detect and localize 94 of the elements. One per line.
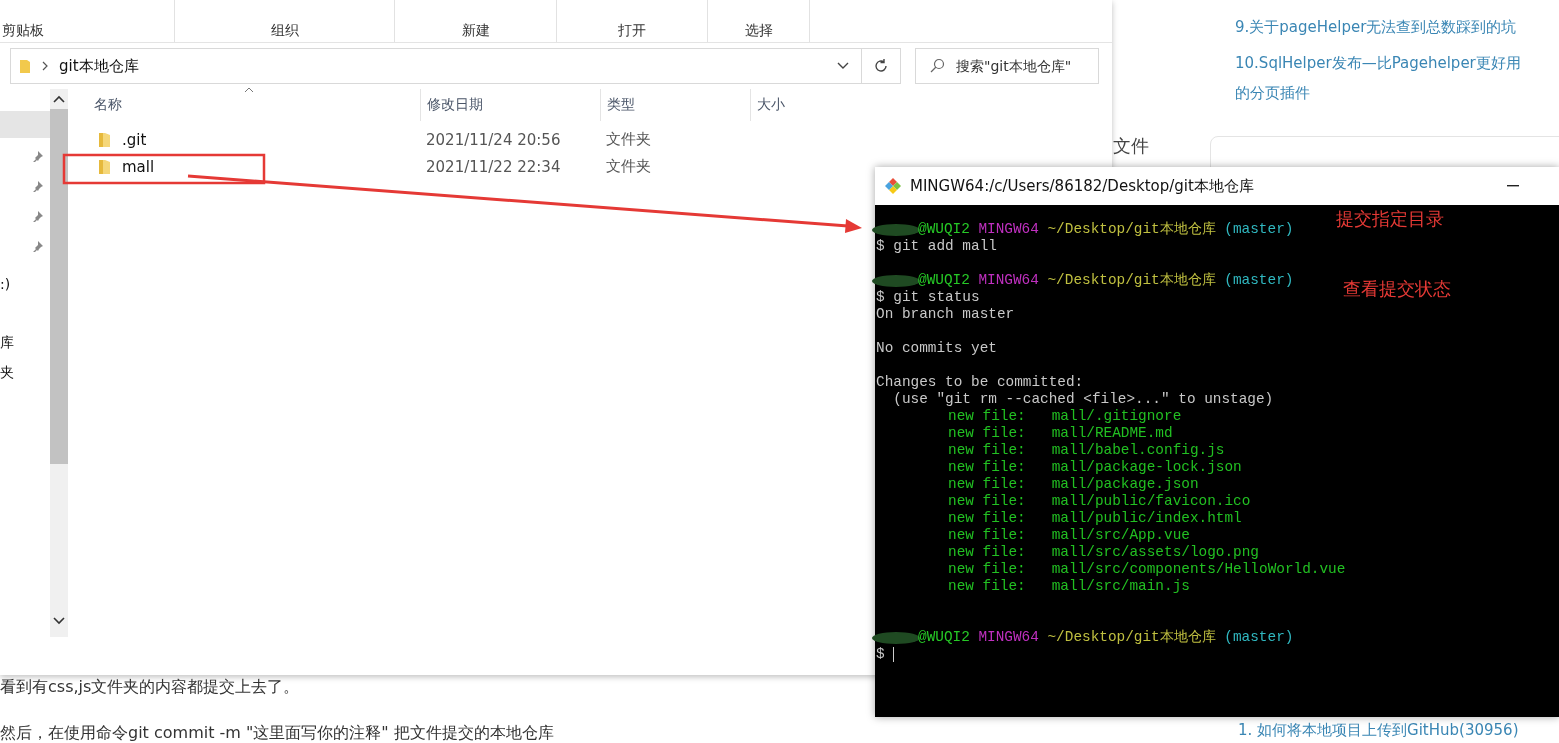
staged-label: new file: (948, 408, 1026, 425)
table-cell-text: 文件夹 (606, 157, 652, 176)
staged-label: new file: (948, 459, 1026, 476)
folder-icon (98, 131, 112, 148)
scroll-down-icon[interactable] (53, 617, 65, 625)
staged-file: mall/.gitignore (1051, 408, 1182, 425)
prompt-user: @WUQI2 (918, 221, 970, 238)
paragraph: 然后，在使用命令git commit -m "这里面写你的注释" 把文件提交的本地仓库 (0, 723, 554, 743)
nav-item[interactable]: :) (0, 269, 50, 299)
article-link[interactable]: 10.SqlHelper发布—比Pagehelper更好用的分页插件 (1235, 48, 1535, 108)
prompt-path: ~/Desktop/git本地仓库 (1047, 272, 1216, 289)
staged-file: mall/public/favicon.ico (1051, 493, 1251, 510)
prompt-shell: MINGW64 (978, 221, 1039, 238)
pin-icon (32, 180, 44, 192)
staged-file: mall/README.md (1051, 425, 1173, 442)
prompt-symbol: $ (876, 646, 885, 663)
window-title: MINGW64:/c/Users/86182/Desktop/git本地仓库 (910, 176, 1254, 196)
chevron-icon (41, 61, 49, 71)
scroll-up-icon[interactable] (53, 95, 65, 103)
column-header[interactable]: 大小 (750, 89, 840, 121)
terminal-output: $ git status (876, 289, 980, 306)
table-cell-text: 2021/11/24 20:56 (425, 130, 562, 149)
staged-label: new file: (948, 544, 1026, 561)
prompt-path: ~/Desktop/git本地仓库 (1047, 221, 1216, 238)
staged-label: new file: (948, 493, 1026, 510)
terminal-output: Changes to be committed: (876, 374, 1084, 391)
staged-file: mall/src/App.vue (1051, 527, 1190, 544)
related-article-link[interactable]: 1. 如何将本地项目上传到GitHub(30956) (1238, 721, 1519, 740)
nav-item[interactable]: 库 (0, 328, 50, 358)
column-header[interactable]: 类型 (600, 89, 750, 121)
body-text: 文件 (1113, 134, 1149, 158)
staged-label: new file: (948, 425, 1026, 442)
ribbon-group-label: 选择 (708, 0, 810, 42)
text-cursor (892, 647, 894, 662)
prompt-branch: (master) (1224, 272, 1294, 289)
refresh-icon (873, 58, 889, 74)
paragraph: 看到有css,js文件夹的内容都提交上去了。 (0, 677, 300, 698)
prompt-shell: MINGW64 (978, 629, 1039, 646)
terminal-output: $ git add mall (876, 238, 997, 255)
terminal-output: (use "git rm --cached <file>..." to unstage) (892, 391, 1274, 408)
staged-file: mall/src/main.js (1051, 578, 1190, 595)
terminal-output: On branch master (876, 306, 1015, 323)
dropdown-icon[interactable] (837, 62, 849, 70)
folder-icon (19, 58, 31, 74)
refresh-button[interactable] (862, 48, 901, 84)
prompt-path: ~/Desktop/git本地仓库 (1047, 629, 1216, 646)
staged-label: new file: (948, 578, 1026, 595)
file-name[interactable]: .git (122, 130, 420, 149)
redacted-smudge (872, 273, 920, 288)
staged-label: new file: (948, 476, 1026, 493)
article-link[interactable]: 9.关于pageHelper无法查到总数踩到的坑 (1235, 12, 1535, 42)
prompt-branch: (master) (1224, 221, 1294, 238)
staged-file: mall/public/index.html (1051, 510, 1242, 527)
search-icon (929, 58, 945, 74)
folder-icon (98, 158, 112, 175)
ribbon-group-label: 打开 (557, 0, 708, 42)
pin-icon (32, 240, 44, 252)
staged-label: new file: (948, 442, 1026, 459)
prompt-shell: MINGW64 (978, 272, 1039, 289)
staged-file: mall/package.json (1051, 476, 1199, 493)
sort-caret-icon (244, 87, 254, 93)
table-cell-text: 2021/11/22 22:34 (425, 157, 562, 176)
staged-file: mall/src/components/HelloWorld.vue (1051, 561, 1346, 578)
staged-label: new file: (948, 561, 1026, 578)
staged-file: mall/package-lock.json (1051, 459, 1242, 476)
nav-item[interactable]: 夹 (0, 358, 50, 388)
prompt-branch: (master) (1224, 629, 1294, 646)
terminal-output: No commits yet (876, 340, 997, 357)
table-cell-text: 文件夹 (606, 130, 652, 149)
column-header[interactable]: 修改日期 (420, 89, 600, 121)
address-path: git本地仓库 (59, 56, 140, 76)
minimize-icon[interactable] (1507, 185, 1519, 187)
prompt-user: @WUQI2 (918, 629, 970, 646)
pin-icon (32, 150, 44, 162)
nav-item[interactable] (0, 111, 50, 138)
redacted-smudge (872, 222, 920, 237)
annotation-text: 查看提交状态 (1343, 277, 1451, 301)
staged-label: new file: (948, 510, 1026, 527)
staged-file: mall/babel.config.js (1051, 442, 1225, 459)
git-logo-icon (884, 177, 902, 195)
pin-icon (32, 210, 44, 222)
staged-label: new file: (948, 527, 1026, 544)
prompt-user: @WUQI2 (918, 272, 970, 289)
redacted-smudge (872, 630, 920, 645)
ribbon-group-label: 组织 (175, 0, 395, 42)
annotation-text: 提交指定目录 (1336, 207, 1444, 231)
file-name[interactable]: mall (122, 157, 420, 176)
column-header[interactable]: 名称 (94, 89, 420, 121)
scrollbar[interactable] (50, 89, 68, 637)
search-field[interactable]: 搜索"git本地仓库" (915, 48, 1099, 84)
ribbon-group-label: 新建 (395, 0, 557, 42)
ribbon-group-label: 剪贴板 (0, 0, 175, 42)
staged-file: mall/src/assets/logo.png (1051, 544, 1259, 561)
address-bar[interactable]: git本地仓库 (10, 48, 862, 84)
